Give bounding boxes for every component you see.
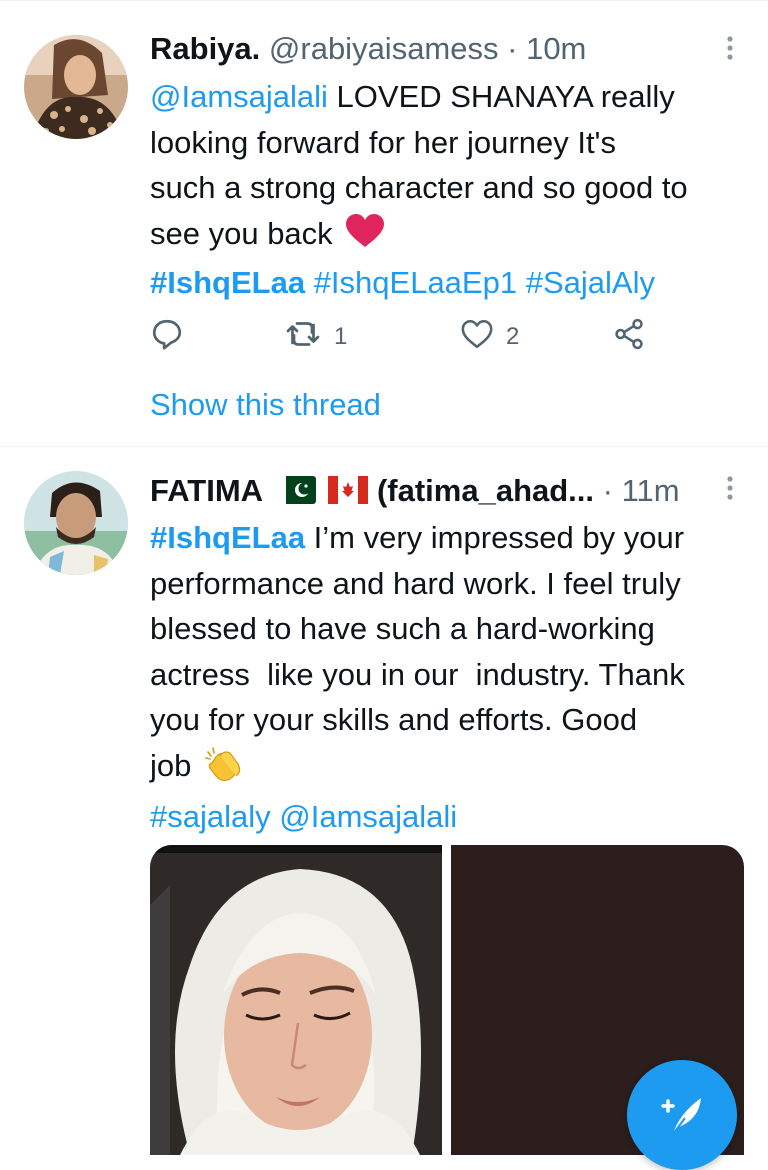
retweet-icon	[284, 319, 322, 356]
tweet-text-line: job	[150, 747, 192, 783]
display-name[interactable]: FATIMA	[150, 473, 263, 508]
clapping-hands-icon	[204, 746, 244, 795]
hashtag-link[interactable]: #IshqELaa	[150, 520, 305, 555]
retweet-count: 1	[334, 323, 348, 350]
avatar[interactable]	[24, 35, 128, 139]
timestamp[interactable]: 10m	[526, 31, 586, 66]
tweet-text-line: LOVED SHANAYA really	[327, 79, 675, 114]
tweet-text-line: see you back	[150, 215, 333, 251]
share-button[interactable]	[612, 315, 646, 359]
like-button[interactable]: 2	[460, 315, 519, 359]
tweet-text: #IshqELaa I’m very impressed by your per…	[150, 515, 750, 840]
reply-icon	[150, 317, 184, 358]
reply-button[interactable]	[150, 315, 184, 359]
hashtag-link[interactable]: #SajalAly	[526, 265, 655, 300]
tweet[interactable]: Rabiya. @rabiyaisamess · 10m @Iamsajalal…	[0, 0, 768, 446]
separator: ·	[507, 31, 518, 66]
tweet-text: @Iamsajalali LOVED SHANAYA really lookin…	[150, 74, 750, 306]
retweet-button[interactable]: 1	[284, 315, 347, 359]
display-name[interactable]: Rabiya.	[150, 31, 260, 66]
more-options-icon[interactable]	[720, 33, 740, 63]
share-icon	[612, 317, 646, 358]
pakistan-flag-icon	[275, 474, 316, 514]
canada-flag-icon	[328, 474, 369, 514]
mention-link[interactable]: @Iamsajalali	[150, 79, 328, 114]
like-count: 2	[506, 323, 520, 350]
tweet-text-line: performance and hard work. I feel truly	[150, 565, 681, 601]
mention-link[interactable]: @Iamsajalali	[279, 799, 457, 834]
hashtag-link[interactable]: #sajalaly	[150, 799, 271, 834]
tweet-text-line: actress like you in our industry. Thank	[150, 656, 685, 692]
heart-icon	[460, 318, 494, 357]
tweet-actions: 1 2	[150, 315, 710, 359]
more-options-icon[interactable]	[720, 473, 740, 503]
media-image[interactable]	[150, 845, 442, 1155]
red-heart-icon	[345, 213, 385, 261]
tweet-text-line: I’m very impressed by your	[305, 520, 685, 555]
tweet[interactable]: FATIMA (fatima_ahad... · 11m #IshqELaa I…	[0, 446, 768, 1155]
compose-feather-icon	[661, 1098, 701, 1135]
tweet-text-line: looking forward for her journey It's	[150, 124, 616, 160]
show-thread-link[interactable]: Show this thread	[150, 383, 381, 427]
separator: ·	[602, 473, 613, 508]
tweet-header: FATIMA (fatima_ahad... · 11m	[150, 471, 680, 511]
tweet-text-line: blessed to have such a hard-working	[150, 611, 655, 646]
hashtag-link[interactable]: #IshqELaa	[150, 265, 305, 300]
username[interactable]: @rabiyaisamess	[269, 31, 499, 66]
tweet-text-line: such a strong character and so good to	[150, 170, 688, 205]
avatar[interactable]	[24, 471, 128, 575]
tweet-header: Rabiya. @rabiyaisamess · 10m	[150, 29, 586, 69]
username[interactable]: (fatima_ahad...	[377, 473, 594, 508]
hashtag-link[interactable]: #IshqELaaEp1	[314, 265, 517, 300]
tweet-text-line: you for your skills and efforts. Good	[150, 702, 638, 737]
timestamp[interactable]: 11m	[622, 473, 680, 508]
